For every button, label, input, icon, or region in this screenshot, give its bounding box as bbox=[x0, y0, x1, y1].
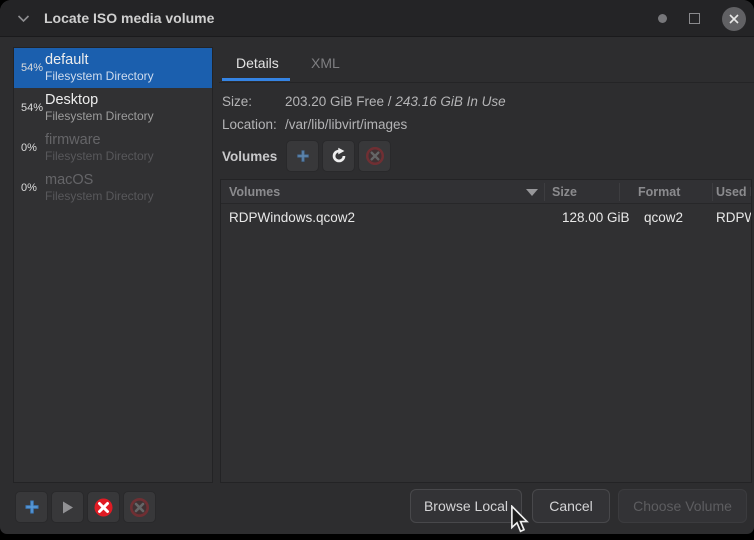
pool-name: firmware bbox=[45, 132, 154, 149]
minimize-icon[interactable] bbox=[658, 14, 667, 23]
delete-pool-button[interactable] bbox=[123, 491, 156, 523]
column-header-volumes[interactable]: Volumes bbox=[229, 185, 280, 199]
pool-name: Desktop bbox=[45, 92, 154, 109]
maximize-icon[interactable] bbox=[689, 13, 700, 24]
cancel-button[interactable]: Cancel bbox=[532, 489, 610, 523]
close-icon bbox=[728, 13, 740, 25]
browse-local-button[interactable]: Browse Local bbox=[410, 489, 522, 523]
storage-pool-list: 54% default Filesystem Directory 54% Des… bbox=[13, 47, 213, 483]
volume-table: Volumes Size Format Used By RDPWindows.q… bbox=[220, 179, 752, 483]
tab-xml[interactable]: XML bbox=[311, 55, 340, 71]
choose-volume-button[interactable]: Choose Volume bbox=[618, 489, 747, 523]
pool-type: Filesystem Directory bbox=[45, 69, 154, 83]
pool-name: default bbox=[45, 52, 154, 69]
pool-type: Filesystem Directory bbox=[45, 109, 154, 123]
pool-item-default[interactable]: 54% default Filesystem Directory bbox=[14, 48, 212, 88]
start-pool-button[interactable] bbox=[51, 491, 84, 523]
pool-type: Filesystem Directory bbox=[45, 189, 154, 203]
add-volume-button[interactable] bbox=[286, 140, 319, 172]
delete-icon bbox=[130, 498, 149, 517]
tab-details[interactable]: Details bbox=[236, 55, 279, 71]
pool-name: macOS bbox=[45, 172, 154, 189]
volume-row[interactable]: RDPWindows.qcow2 128.00 GiB qcow2 RDPWin… bbox=[221, 204, 751, 232]
delete-volume-button[interactable] bbox=[358, 140, 391, 172]
titlebar: Locate ISO media volume bbox=[0, 0, 754, 37]
tabbar-divider bbox=[219, 82, 754, 83]
add-pool-button[interactable] bbox=[15, 491, 48, 523]
volumes-section-label: Volumes bbox=[222, 149, 277, 164]
volume-size: 128.00 GiB bbox=[562, 210, 630, 225]
pool-item-firmware[interactable]: 0% firmware Filesystem Directory bbox=[14, 128, 212, 168]
locate-iso-dialog: Locate ISO media volume 54% default File… bbox=[0, 0, 754, 534]
window-title: Locate ISO media volume bbox=[44, 10, 214, 26]
size-label: Size: bbox=[222, 94, 252, 109]
volume-format: qcow2 bbox=[644, 210, 683, 225]
stop-icon bbox=[94, 498, 113, 517]
mouse-cursor bbox=[509, 505, 531, 540]
sort-descending-icon[interactable] bbox=[526, 189, 538, 196]
column-header-format[interactable]: Format bbox=[638, 185, 680, 199]
location-value: /var/lib/libvirt/images bbox=[285, 117, 407, 132]
play-icon bbox=[60, 500, 75, 515]
volume-name: RDPWindows.qcow2 bbox=[229, 210, 355, 225]
pool-item-desktop[interactable]: 54% Desktop Filesystem Directory bbox=[14, 88, 212, 128]
close-button[interactable] bbox=[722, 7, 746, 31]
delete-icon bbox=[366, 147, 384, 165]
plus-icon bbox=[296, 149, 310, 163]
stop-pool-button[interactable] bbox=[87, 491, 120, 523]
refresh-volumes-button[interactable] bbox=[322, 140, 355, 172]
pool-type: Filesystem Directory bbox=[45, 149, 154, 163]
active-tab-indicator bbox=[222, 78, 290, 81]
size-value: 203.20 GiB Free / 243.16 GiB In Use bbox=[285, 94, 506, 109]
column-header-used-by[interactable]: Used By bbox=[716, 185, 752, 199]
refresh-icon bbox=[330, 147, 348, 165]
volume-table-header: Volumes Size Format Used By bbox=[221, 180, 751, 204]
column-header-size[interactable]: Size bbox=[552, 185, 577, 199]
location-label: Location: bbox=[222, 117, 277, 132]
plus-icon bbox=[24, 499, 40, 515]
volume-used-by: RDPWindows bbox=[716, 210, 752, 225]
pool-item-macos[interactable]: 0% macOS Filesystem Directory bbox=[14, 168, 212, 208]
chevron-down-icon[interactable] bbox=[15, 10, 31, 26]
